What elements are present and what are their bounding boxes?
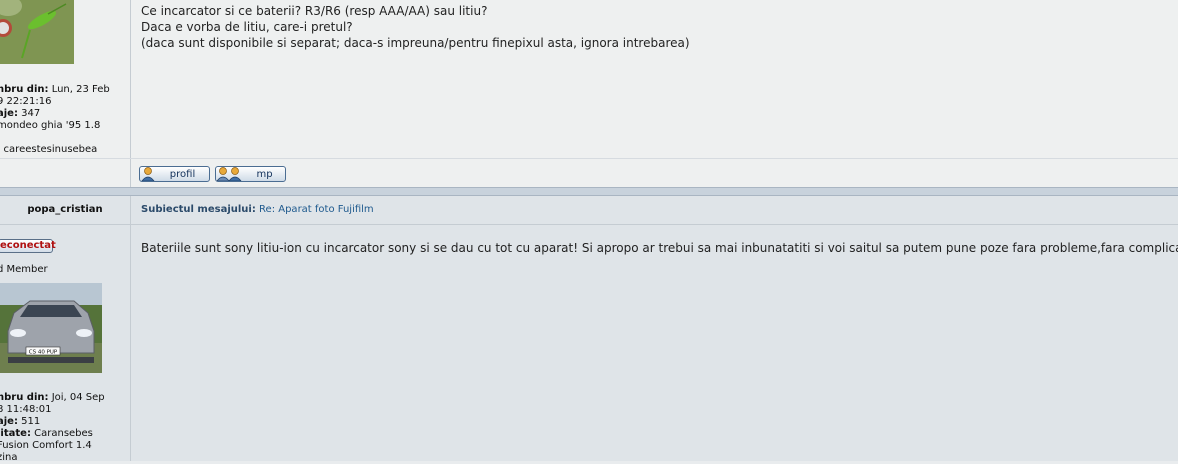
post2-member-since: nbru din: Joi, 04 Sep (0, 392, 105, 403)
message-line: Daca e vorba de litiu, care-i pretul? (141, 20, 353, 34)
post2-fuel: zina (0, 452, 18, 463)
message-line: Ce incarcator si ce baterii? R3/R6 (resp… (141, 4, 488, 18)
license-plate-text: CS 40 PUP (29, 350, 58, 356)
private-message-button[interactable]: mp (215, 166, 286, 182)
subject-label: Subiectul mesajului: (141, 204, 256, 215)
post2-car: Fusion Comfort 1.4 (0, 440, 92, 451)
post1-member-time: 9 22:21:16 (0, 96, 52, 107)
post2-rank: d Member (0, 264, 48, 275)
forum-thread: nbru din: Lun, 23 Feb 9 22:21:16 aje: 34… (0, 0, 1178, 463)
grasshopper-image (0, 0, 74, 64)
post-separator (0, 187, 1178, 196)
post2-subject-header: Subiectul mesajului: Re: Aparat foto Fuj… (131, 196, 1178, 225)
post1-post-count: aje: 347 (0, 108, 41, 119)
post1-body: Ce incarcator si ce baterii? R3/R6 (resp… (131, 0, 1178, 158)
post2-body: Bateriile sunt sony litiu-ion cu incarca… (131, 225, 1178, 461)
user-icon (141, 167, 155, 181)
post1-member-since: nbru din: Lun, 23 Feb (0, 84, 110, 95)
profile-button[interactable]: profil (139, 166, 210, 182)
post1-avatar (0, 0, 74, 64)
post1-author-panel: nbru din: Lun, 23 Feb 9 22:21:16 aje: 34… (0, 0, 131, 158)
car-photo: CS 40 PUP (0, 283, 102, 373)
profile-button-label: profil (169, 168, 196, 180)
post2-post-count: aje: 511 (0, 416, 41, 427)
private-message-button-label: mp (256, 168, 273, 180)
post2-avatar: CS 40 PUP (0, 283, 102, 373)
subject-link[interactable]: Re: Aparat foto Fujifilm (259, 204, 374, 215)
message-line: (daca sunt disponibile si separat; daca-… (141, 36, 690, 50)
users-icon (216, 167, 242, 181)
post2-author-header: popa_cristian (0, 196, 131, 225)
offline-status-badge: econectat (0, 239, 56, 253)
post2-location: litate: Caransebes (0, 428, 93, 439)
post2-message: Bateriile sunt sony litiu-ion cu incarca… (141, 241, 1178, 255)
post1-car: mondeo ghia '95 1.8 (0, 120, 101, 131)
post1-signature: : careestesinusebea (0, 144, 98, 155)
post2-subject: Subiectul mesajului: Re: Aparat foto Fuj… (141, 204, 374, 215)
post1-message: Ce incarcator si ce baterii? R3/R6 (resp… (141, 3, 690, 51)
post2-member-time: 8 11:48:01 (0, 404, 52, 415)
post2-author-name[interactable]: popa_cristian (0, 204, 130, 215)
